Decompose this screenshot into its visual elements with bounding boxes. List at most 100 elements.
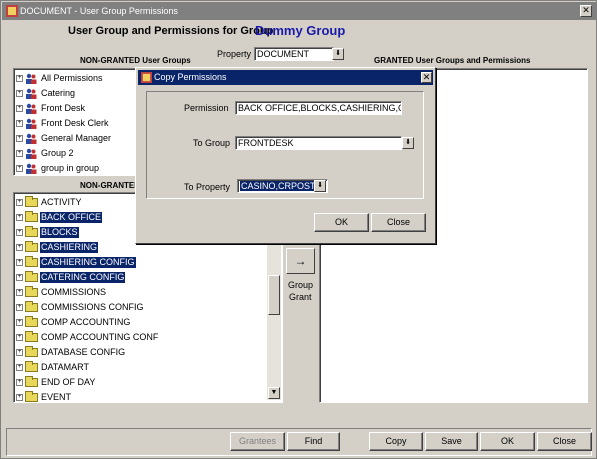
dialog-title: Copy Permissions [154,72,227,82]
scroll-thumb[interactable] [268,275,280,315]
to-group-dropdown-icon[interactable]: ⬇ [402,137,414,149]
user-group-icon [26,103,37,114]
user-group-label: Front Desk [41,103,86,113]
folder-icon [25,346,38,357]
to-property-value: CASINO,CRPOST [240,181,317,191]
to-group-field[interactable]: FRONTDESK [235,136,402,150]
copy-button[interactable]: Copy [369,432,423,451]
window-title: DOCUMENT - User Group Permissions [20,6,178,16]
permission-label: BACK OFFICE [40,212,103,223]
window-titlebar[interactable]: DOCUMENT - User Group Permissions ✕ [2,2,596,20]
ok-button[interactable]: OK [480,432,535,451]
user-group-icon [26,88,37,99]
dialog-ok-button[interactable]: OK [314,213,369,232]
folder-icon [25,316,38,327]
permission-label: BLOCKS [40,227,79,238]
expand-icon[interactable] [16,364,23,371]
arrow-right-icon: → [294,254,307,268]
permission-label: DATABASE CONFIG [41,347,126,357]
dialog-close-button[interactable]: Close [371,213,426,232]
expand-icon[interactable] [16,229,23,236]
expand-icon[interactable] [16,334,23,341]
user-group-icon [26,163,37,174]
dialog-close-icon[interactable]: ✕ [421,72,432,83]
expand-icon[interactable] [16,90,23,97]
expand-icon[interactable] [16,259,23,266]
expand-icon[interactable] [16,394,23,401]
expand-icon[interactable] [16,199,23,206]
folder-icon [25,211,38,222]
permission-label: COMMISSIONS [41,287,107,297]
folder-icon [25,271,38,282]
permission-label: CASHIERING [40,242,99,253]
user-group-icon [26,118,37,129]
property-label: Property [217,49,252,59]
save-button[interactable]: Save [425,432,478,451]
expand-icon[interactable] [16,135,23,142]
folder-icon [25,376,38,387]
dialog-titlebar[interactable]: Copy Permissions ✕ [138,70,433,85]
non-granted-perms-label: NON-GRANTED [80,181,140,190]
expand-icon[interactable] [16,150,23,157]
permission-label: CATERING CONFIG [40,272,126,283]
permission-label: DATAMART [41,362,90,372]
user-group-label: All Permissions [41,73,103,83]
permission-label: COMP ACCOUNTING [41,317,131,327]
expand-icon[interactable] [16,75,23,82]
expand-icon[interactable] [16,379,23,386]
copy-permissions-dialog: Copy Permissions ✕ Permission BACK OFFIC… [135,67,436,244]
non-granted-groups-label: NON-GRANTED User Groups [80,56,191,65]
permission-field[interactable]: BACK OFFICE,BLOCKS,CASHIERING,C [235,101,402,115]
expand-icon[interactable] [16,304,23,311]
to-property-dropdown-icon[interactable]: ⬇ [314,180,326,192]
group-name: Dummy Group [255,23,346,38]
folder-icon [25,391,38,402]
expand-icon[interactable] [16,105,23,112]
grant-arrow-button[interactable]: → [286,248,315,274]
permission-label: EVENT [41,392,72,402]
property-dropdown-icon[interactable]: ⬇ [332,48,344,60]
find-button[interactable]: Find [287,432,340,451]
close-button[interactable]: Close [537,432,592,451]
app-icon [6,5,18,17]
expand-icon[interactable] [16,274,23,281]
user-group-label: Catering [41,88,76,98]
property-field[interactable]: DOCUMENT [254,47,334,61]
expand-icon[interactable] [16,165,23,172]
window-close-icon[interactable]: ✕ [580,5,592,17]
grantees-button[interactable]: Grantees [230,432,285,451]
permission-label: CASHIERING CONFIG [40,257,136,268]
folder-icon [25,301,38,312]
grant-label-line2: Grant [289,292,312,302]
user-group-label: group in group [41,163,100,173]
folder-icon [25,331,38,342]
dialog-app-icon [141,72,152,83]
grant-label-line1: Group [288,280,314,290]
folder-icon [25,241,38,252]
user-group-label: Front Desk Clerk [41,118,109,128]
user-group-label: Group 2 [41,148,74,158]
user-group-icon [26,148,37,159]
granted-label: GRANTED User Groups and Permissions [374,56,531,65]
expand-icon[interactable] [16,244,23,251]
permission-label: END OF DAY [41,377,96,387]
folder-icon [25,361,38,372]
folder-icon [25,196,38,207]
folder-icon [25,226,38,237]
expand-icon[interactable] [16,120,23,127]
main-window: DOCUMENT - User Group Permissions ✕ User… [0,0,597,459]
to-group-label: To Group [193,138,231,148]
permission-label: ACTIVITY [41,197,82,207]
permission-label: COMP ACCOUNTING CONF [41,332,159,342]
user-group-icon [26,73,37,84]
folder-icon [25,286,38,297]
expand-icon[interactable] [16,319,23,326]
user-group-icon [26,133,37,144]
page-heading: User Group and Permissions for Group [68,25,274,37]
expand-icon[interactable] [16,349,23,356]
user-group-label: General Manager [41,133,112,143]
expand-icon[interactable] [16,214,23,221]
scroll-down-icon[interactable]: ▼ [268,387,280,399]
to-property-label: To Property [184,182,231,192]
expand-icon[interactable] [16,289,23,296]
